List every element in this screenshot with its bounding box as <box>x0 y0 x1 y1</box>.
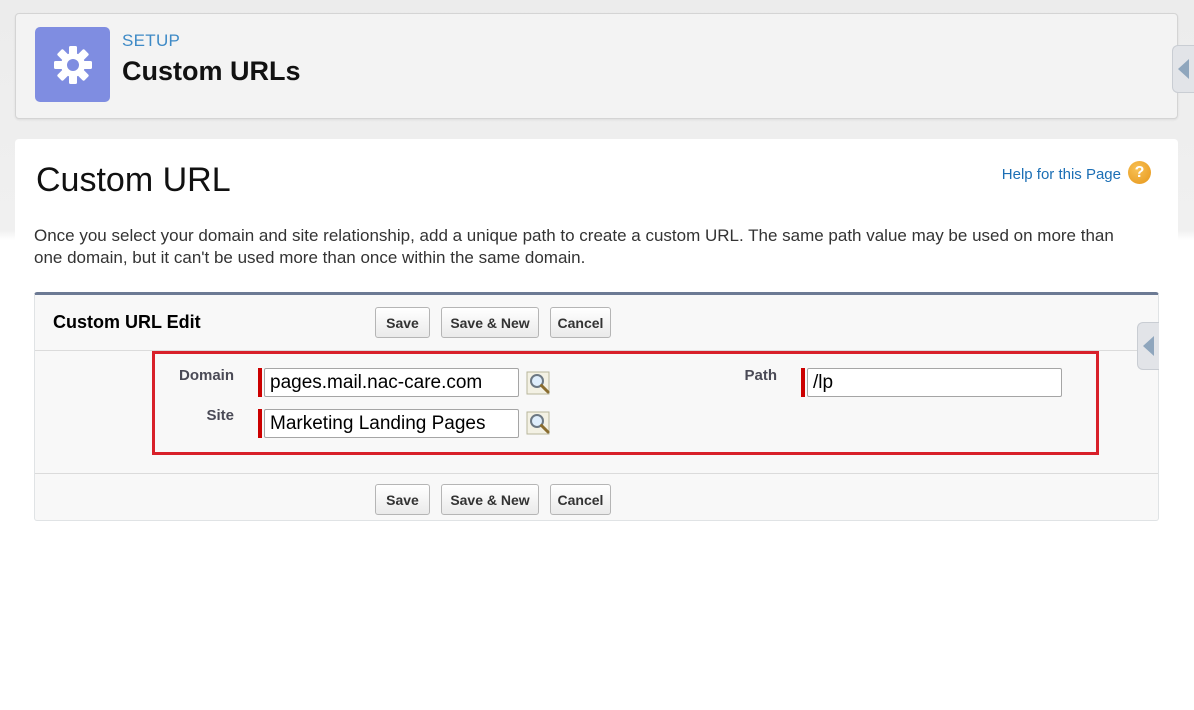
site-input[interactable]: Marketing Landing Pages <box>264 409 519 438</box>
required-indicator <box>801 368 805 397</box>
help-link[interactable]: Help for this Page <box>1002 166 1121 183</box>
custom-url-edit-block: Custom URL Edit Save Save & New Cancel D… <box>34 292 1159 521</box>
save-button[interactable]: Save <box>375 484 430 515</box>
page-description: Once you select your domain and site rel… <box>34 226 1114 267</box>
path-label: Path <box>744 367 777 384</box>
domain-label: Domain <box>178 367 234 384</box>
highlight-box <box>152 351 1099 455</box>
save-button[interactable]: Save <box>375 307 430 338</box>
main-content: Custom URL Help for this Page ? Once you… <box>15 139 1178 710</box>
edit-footer: Save Save & New Cancel <box>35 473 1158 521</box>
site-lookup-icon[interactable] <box>526 410 552 436</box>
domain-lookup-icon[interactable] <box>526 370 552 396</box>
cancel-button[interactable]: Cancel <box>550 484 611 515</box>
breadcrumb[interactable]: SETUP <box>122 31 180 51</box>
save-new-button[interactable]: Save & New <box>441 307 539 338</box>
help-icon[interactable]: ? <box>1128 161 1151 184</box>
required-indicator <box>258 368 262 397</box>
edit-header: Custom URL Edit Save Save & New Cancel <box>35 295 1158 351</box>
save-new-button[interactable]: Save & New <box>441 484 539 515</box>
setup-header: SETUP Custom URLs <box>15 13 1178 119</box>
collapse-tab-icon[interactable] <box>1172 45 1194 93</box>
domain-input[interactable]: pages.mail.nac-care.com <box>264 368 519 397</box>
collapse-tab-icon[interactable] <box>1137 322 1159 370</box>
cancel-button[interactable]: Cancel <box>550 307 611 338</box>
gear-icon <box>35 27 110 102</box>
page-header-title: Custom URLs <box>122 56 301 86</box>
page-title: Custom URL <box>36 161 231 199</box>
required-indicator <box>258 409 262 438</box>
site-label: Site <box>206 407 234 424</box>
edit-title: Custom URL Edit <box>53 312 201 332</box>
path-input[interactable]: /lp <box>807 368 1062 397</box>
